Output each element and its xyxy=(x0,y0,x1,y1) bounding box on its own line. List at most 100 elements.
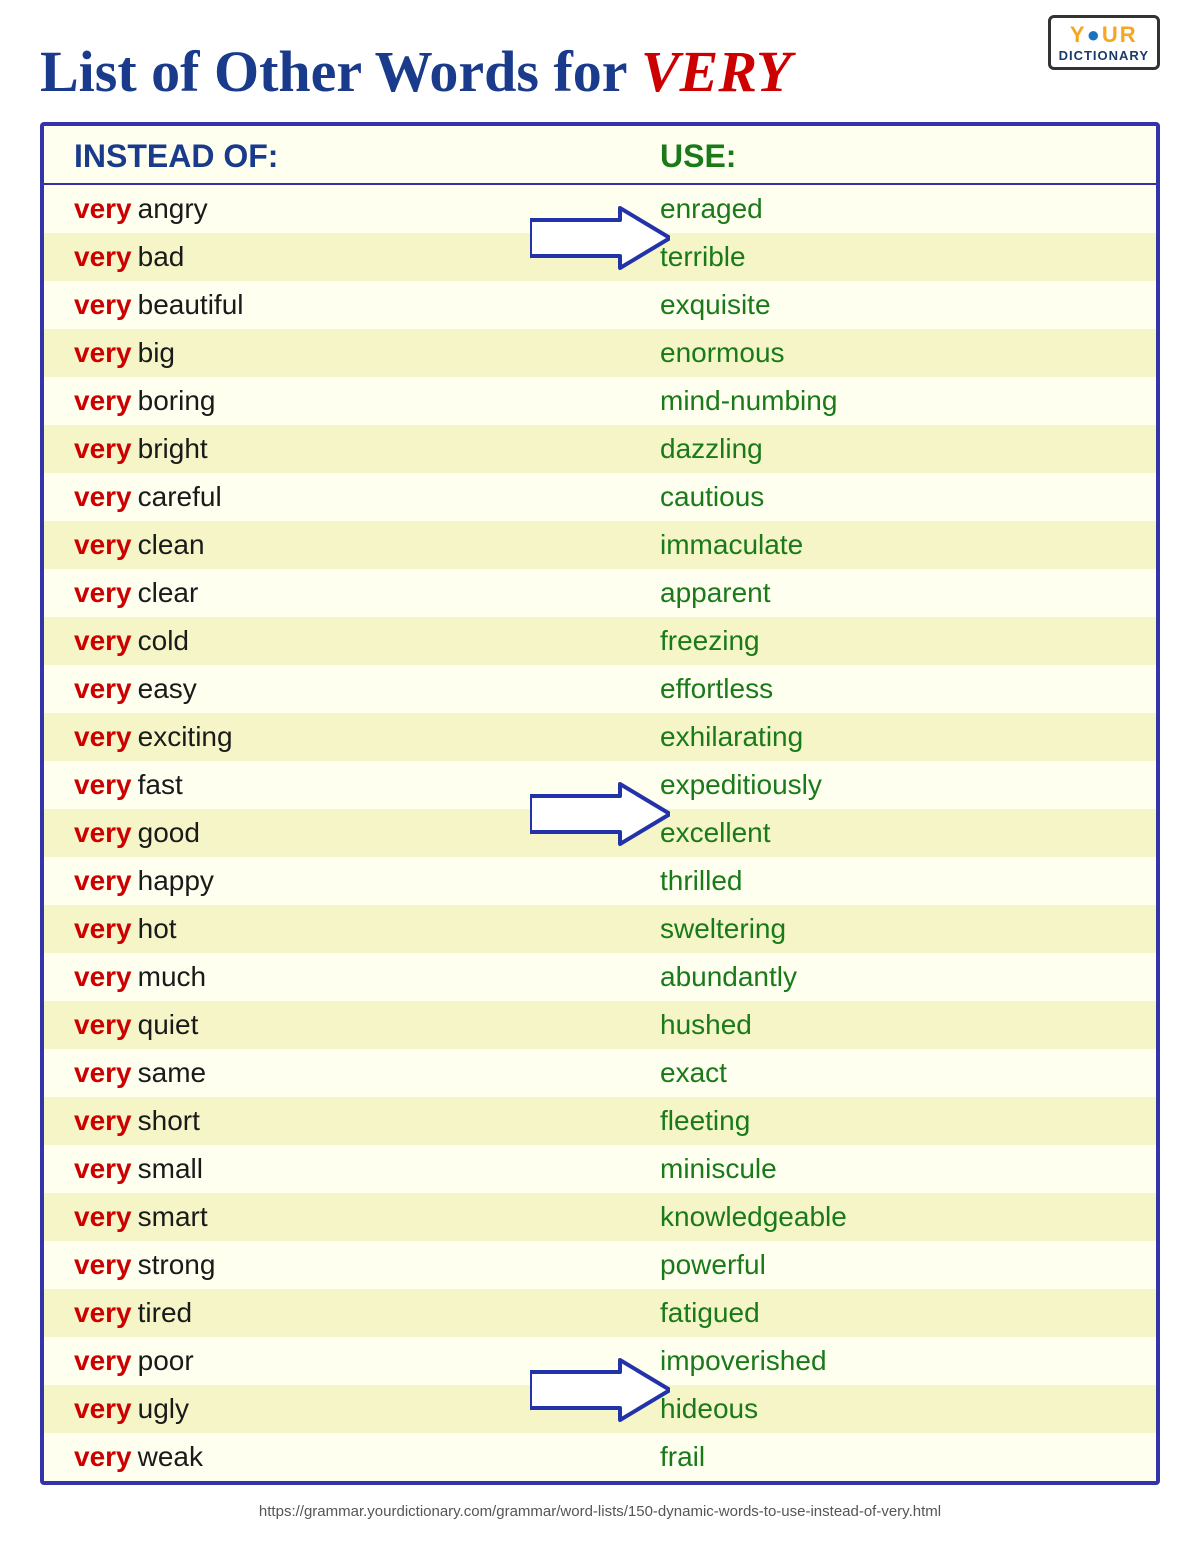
instead-cell: very bright xyxy=(74,433,600,465)
logo-dot: ● xyxy=(1087,22,1102,47)
adj-label: much xyxy=(138,961,206,993)
adj-label: happy xyxy=(138,865,214,897)
title-highlight: VERY xyxy=(641,39,791,104)
word-rows: very angryenragedvery badterrible very b… xyxy=(44,185,1156,1481)
page-title: List of Other Words for VERY xyxy=(40,40,1160,104)
very-label: very xyxy=(74,1201,132,1233)
instead-cell: very much xyxy=(74,961,600,993)
use-cell: exact xyxy=(600,1057,1126,1089)
use-cell: expeditiously xyxy=(600,769,1126,801)
instead-cell: very ugly xyxy=(74,1393,600,1425)
logo-your: Y●UR xyxy=(1070,22,1138,48)
use-cell: terrible xyxy=(600,241,1126,273)
adj-label: ugly xyxy=(138,1393,189,1425)
very-label: very xyxy=(74,1441,132,1473)
table-row: very excitingexhilarating xyxy=(44,713,1156,761)
table-row: very hotsweltering xyxy=(44,905,1156,953)
instead-cell: very exciting xyxy=(74,721,600,753)
table-row: very easyeffortless xyxy=(44,665,1156,713)
instead-cell: very cold xyxy=(74,625,600,657)
adj-label: fast xyxy=(138,769,183,801)
instead-cell: very clean xyxy=(74,529,600,561)
use-cell: frail xyxy=(600,1441,1126,1473)
adj-label: weak xyxy=(138,1441,203,1473)
adj-label: angry xyxy=(138,193,208,225)
table-row: very uglyhideous xyxy=(44,1385,1156,1433)
very-label: very xyxy=(74,1297,132,1329)
instead-cell: very good xyxy=(74,817,600,849)
table-row: very weakfrail xyxy=(44,1433,1156,1481)
table-row: very brightdazzling xyxy=(44,425,1156,473)
adj-label: clear xyxy=(138,577,199,609)
table-row: very muchabundantly xyxy=(44,953,1156,1001)
footer-url: https://grammar.yourdictionary.com/gramm… xyxy=(40,1503,1160,1520)
table-row: very clear apparent xyxy=(44,569,1156,617)
adj-label: tired xyxy=(138,1297,192,1329)
adj-label: good xyxy=(138,817,200,849)
adj-label: bad xyxy=(138,241,185,273)
adj-label: poor xyxy=(138,1345,194,1377)
adj-label: clean xyxy=(138,529,205,561)
very-label: very xyxy=(74,1345,132,1377)
table-row: very bad terrible xyxy=(44,233,1156,281)
logo-dictionary: DICTIONARY xyxy=(1059,48,1149,63)
adj-label: cold xyxy=(138,625,189,657)
header-use: USE: xyxy=(600,138,1126,175)
adj-label: boring xyxy=(138,385,216,417)
header-row: INSTEAD OF: USE: xyxy=(44,126,1156,185)
instead-cell: very small xyxy=(74,1153,600,1185)
adj-label: careful xyxy=(138,481,222,513)
use-cell: sweltering xyxy=(600,913,1126,945)
header-instead: INSTEAD OF: xyxy=(74,138,600,175)
very-label: very xyxy=(74,673,132,705)
very-label: very xyxy=(74,433,132,465)
use-cell: exhilarating xyxy=(600,721,1126,753)
table-row: very smallminiscule xyxy=(44,1145,1156,1193)
use-cell: impoverished xyxy=(600,1345,1126,1377)
use-cell: immaculate xyxy=(600,529,1126,561)
use-cell: freezing xyxy=(600,625,1126,657)
adj-label: big xyxy=(138,337,175,369)
table-row: very poorimpoverished xyxy=(44,1337,1156,1385)
instead-cell: very weak xyxy=(74,1441,600,1473)
adj-label: same xyxy=(138,1057,206,1089)
table-row: very carefulcautious xyxy=(44,473,1156,521)
use-cell: effortless xyxy=(600,673,1126,705)
instead-cell: very strong xyxy=(74,1249,600,1281)
table-row: very tiredfatigued xyxy=(44,1289,1156,1337)
table-row: very boringmind-numbing xyxy=(44,377,1156,425)
use-cell: knowledgeable xyxy=(600,1201,1126,1233)
logo-area: Y●UR DICTIONARY xyxy=(1048,15,1160,70)
table-row: very bigenormous xyxy=(44,329,1156,377)
instead-cell: very poor xyxy=(74,1345,600,1377)
table-row: very goodexcellent xyxy=(44,809,1156,857)
table-row: very sameexact xyxy=(44,1049,1156,1097)
table-row: very angryenraged xyxy=(44,185,1156,233)
instead-cell: very same xyxy=(74,1057,600,1089)
very-label: very xyxy=(74,193,132,225)
use-cell: hideous xyxy=(600,1393,1126,1425)
very-label: very xyxy=(74,865,132,897)
use-cell: apparent xyxy=(600,577,1126,609)
adj-label: smart xyxy=(138,1201,208,1233)
use-cell: hushed xyxy=(600,1009,1126,1041)
very-label: very xyxy=(74,769,132,801)
adj-label: exciting xyxy=(138,721,233,753)
very-label: very xyxy=(74,1057,132,1089)
table-row: very smart knowledgeable xyxy=(44,1193,1156,1241)
adj-label: bright xyxy=(138,433,208,465)
arrow-group-A: very angryenragedvery badterrible xyxy=(44,185,1156,281)
table-row: very shortfleeting xyxy=(44,1097,1156,1145)
very-label: very xyxy=(74,481,132,513)
very-label: very xyxy=(74,1393,132,1425)
instead-cell: very short xyxy=(74,1105,600,1137)
very-label: very xyxy=(74,577,132,609)
very-label: very xyxy=(74,529,132,561)
use-cell: abundantly xyxy=(600,961,1126,993)
use-cell: miniscule xyxy=(600,1153,1126,1185)
table-row: very fast expeditiously xyxy=(44,761,1156,809)
instead-cell: very boring xyxy=(74,385,600,417)
adj-label: short xyxy=(138,1105,200,1137)
table-row: very quiethushed xyxy=(44,1001,1156,1049)
very-label: very xyxy=(74,241,132,273)
